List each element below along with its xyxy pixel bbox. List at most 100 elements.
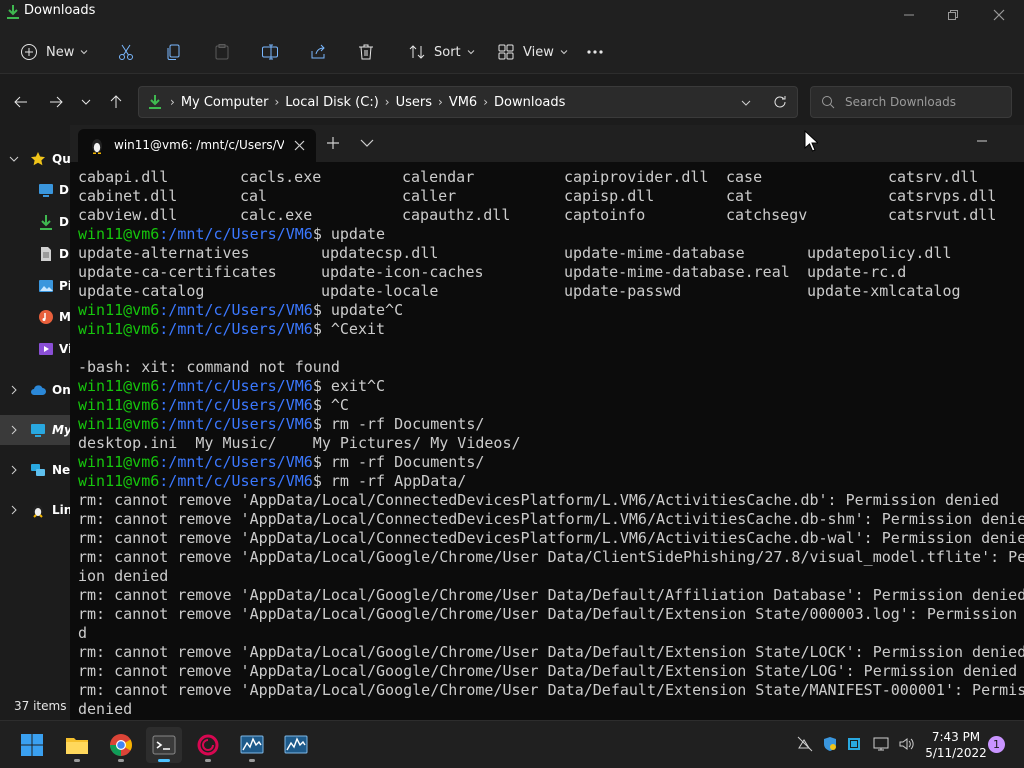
sidebar-item-network[interactable]: Ne: [0, 455, 70, 485]
volume-icon[interactable]: [898, 736, 914, 752]
resource-monitor-app-2[interactable]: [278, 727, 314, 763]
paste-button[interactable]: [213, 36, 231, 68]
breadcrumb-local-disk[interactable]: Local Disk (C:): [285, 95, 378, 110]
address-history-chevron-icon[interactable]: [741, 98, 751, 108]
sidebar-item-linux[interactable]: Lin: [0, 495, 70, 525]
breadcrumb-my-computer[interactable]: My Computer: [181, 95, 269, 110]
breadcrumb-downloads[interactable]: Downloads: [494, 95, 565, 110]
sidebar-item-videos[interactable]: Vi: [0, 334, 70, 364]
sidebar-item-quick-access[interactable]: Qu: [0, 144, 70, 174]
prompt-command: $ rm -rf AppData/: [312, 472, 467, 490]
new-tab-plus-icon[interactable]: [326, 136, 340, 150]
rename-button[interactable]: [261, 36, 279, 68]
tab-dropdown-chevron-icon[interactable]: [360, 138, 374, 148]
sidebar-item-onedrive[interactable]: On: [0, 375, 70, 405]
vm-tools-icon[interactable]: [846, 736, 862, 752]
copy-button[interactable]: [165, 36, 183, 68]
computer-icon: [31, 424, 45, 437]
minimize-button[interactable]: [886, 0, 932, 30]
breadcrumb-separator: ›: [483, 95, 489, 109]
monitor-chart-icon: [240, 735, 264, 754]
download-icon: [149, 95, 161, 109]
restore-button[interactable]: [930, 0, 976, 30]
search-box[interactable]: [810, 86, 1012, 118]
sidebar-item-music[interactable]: M: [0, 302, 70, 332]
prompt-path: :/mnt/c/Users/VM6: [159, 472, 313, 490]
resource-monitor-app-1[interactable]: [234, 727, 270, 763]
terminal-line: rm: cannot remove 'AppData/Local/Google/…: [78, 586, 1024, 605]
close-tab-icon[interactable]: [294, 140, 305, 151]
copy-icon: [167, 44, 180, 60]
terminal-cell: capiprovider.dll: [564, 168, 709, 186]
close-button[interactable]: [976, 0, 1022, 30]
pictures-icon: [39, 280, 53, 292]
minimize-icon: [904, 14, 914, 16]
prompt-command: $ exit^C: [312, 377, 386, 395]
close-icon: [993, 9, 1005, 21]
new-button[interactable]: New: [20, 36, 88, 68]
refresh-icon: [774, 96, 786, 108]
up-button[interactable]: [106, 92, 126, 112]
address-bar[interactable]: › My Computer › Local Disk (C:) › Users …: [138, 86, 798, 118]
chevron-down-icon: [9, 156, 19, 162]
terminal-app[interactable]: [146, 727, 182, 763]
sidebar-item-pictures[interactable]: Pi: [0, 271, 70, 301]
terminal-line: rm: cannot remove 'AppData/Local/Google/…: [78, 662, 1024, 681]
restore-icon: [948, 10, 958, 20]
delete-button[interactable]: [357, 36, 375, 68]
terminal-text: rm: cannot remove 'AppData/Local/Google/…: [78, 681, 1024, 699]
videos-icon: [39, 343, 53, 355]
system-clock[interactable]: 7:43 PM 5/11/2022: [924, 729, 988, 761]
file-explorer-app[interactable]: [59, 727, 95, 763]
terminal-cell: cat: [726, 187, 754, 205]
refresh-button[interactable]: [770, 92, 790, 112]
prompt-user: win11@vm6: [78, 453, 160, 471]
sidebar-item-desktop[interactable]: D: [0, 175, 70, 205]
notification-badge[interactable]: 1: [988, 736, 1005, 753]
breadcrumb-vm6[interactable]: VM6: [449, 95, 477, 110]
prompt-path: :/mnt/c/Users/VM6: [159, 225, 313, 243]
prompt-user: win11@vm6: [78, 415, 160, 433]
terminal-cell: update-mime-database.real: [564, 263, 790, 281]
start-button[interactable]: [14, 727, 50, 763]
more-options-button[interactable]: [586, 36, 604, 68]
terminal-text: rm: cannot remove 'AppData/Local/Google/…: [78, 586, 1024, 604]
breadcrumb-separator: ›: [438, 95, 443, 109]
search-input[interactable]: [845, 95, 1005, 109]
sidebar-item-label: M: [59, 310, 70, 324]
prompt-path: :/mnt/c/Users/VM6: [159, 377, 313, 395]
recent-locations-button[interactable]: [76, 92, 96, 112]
navigation-pane: Qu D D D Pi M Vi On: [0, 130, 70, 720]
prompt-path: :/mnt/c/Users/VM6: [159, 301, 313, 319]
defender-shield-icon[interactable]: [822, 736, 838, 752]
terminal-line: win11@vm6:/mnt/c/Users/VM6$ update: [78, 225, 1024, 244]
terminal-window[interactable]: win11@vm6: /mnt/c/Users/VM6 cabapi.dllca…: [70, 125, 1024, 720]
back-button[interactable]: [11, 92, 31, 112]
breadcrumb-users[interactable]: Users: [396, 95, 432, 110]
terminal-cell: cal: [240, 187, 268, 205]
network-disconnected-icon[interactable]: [797, 736, 813, 752]
sidebar-item-my-computer[interactable]: My: [0, 415, 70, 445]
chrome-app[interactable]: [103, 727, 139, 763]
terminal-minimize-icon[interactable]: [976, 135, 988, 147]
display-icon[interactable]: [873, 736, 889, 752]
sort-button[interactable]: Sort: [408, 36, 475, 68]
terminal-text: rm: cannot remove 'AppData/Local/Google/…: [78, 643, 1024, 661]
terminal-line: desktop.ini My Music/ My Pictures/ My Vi…: [78, 434, 1024, 453]
debian-app[interactable]: [190, 727, 226, 763]
sidebar-item-downloads[interactable]: D: [0, 207, 70, 237]
cut-button[interactable]: [117, 36, 135, 68]
sidebar-item-documents[interactable]: D: [0, 239, 70, 269]
share-button[interactable]: [309, 36, 327, 68]
paste-icon: [215, 44, 229, 60]
prompt-user: win11@vm6: [78, 320, 160, 338]
command-bar: New Sort View: [0, 30, 1024, 74]
terminal-line: cabview.dll calc.exe capauthz.dll captoinfo…: [78, 206, 1024, 225]
forward-button[interactable]: [46, 92, 66, 112]
terminal-output[interactable]: cabapi.dll cacls.exe calendar capiprovider.…: [78, 168, 1024, 720]
terminal-tab[interactable]: win11@vm6: /mnt/c/Users/VM6: [78, 129, 316, 162]
terminal-text: -bash: xit: command not found: [78, 358, 340, 376]
chevron-right-icon: [11, 465, 17, 475]
plus-circle-icon: [21, 44, 37, 60]
view-button[interactable]: View: [497, 36, 568, 68]
